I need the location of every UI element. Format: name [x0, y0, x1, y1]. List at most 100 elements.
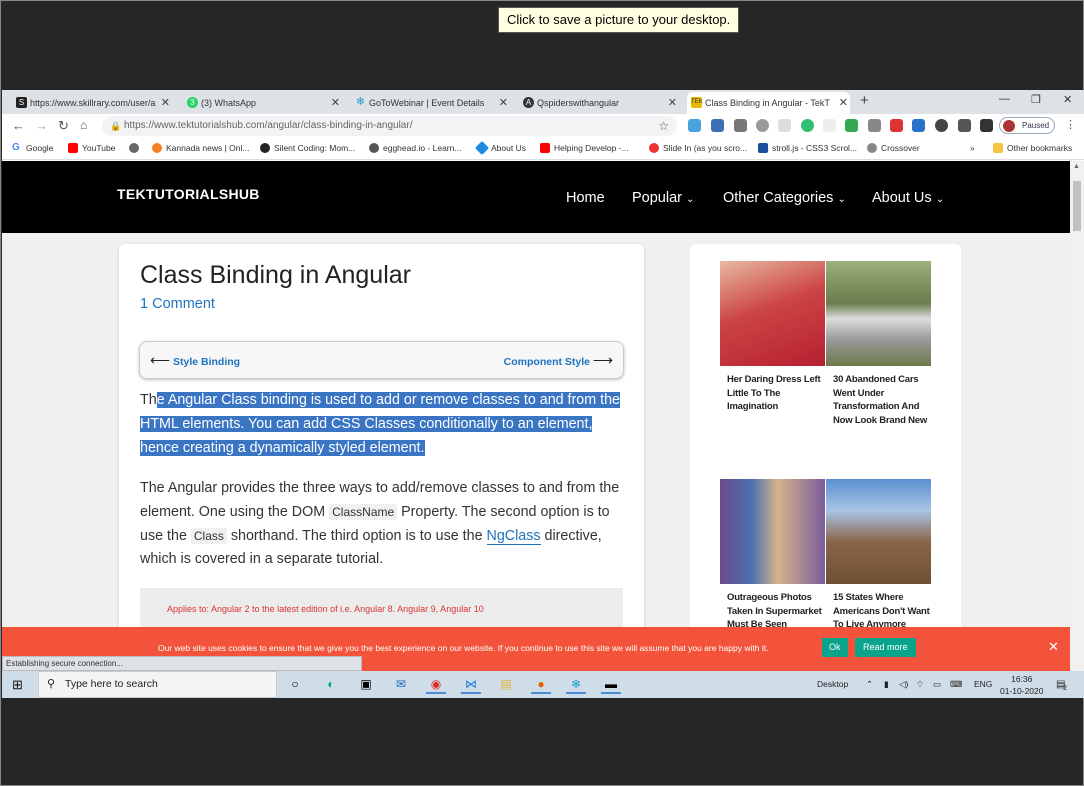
extension-icon[interactable] [688, 119, 701, 132]
minimize-icon[interactable]: — [999, 93, 1010, 105]
bookmark-youtube[interactable]: YouTube [68, 143, 115, 153]
tab-skillrary[interactable]: S https://www.skillrary.com/user/a ✕ [16, 92, 172, 114]
nav-popular[interactable]: Popular ⌄ [632, 190, 694, 206]
bookmark-egghead[interactable]: egghead.io - Learn... [369, 143, 461, 153]
crossover-icon [867, 143, 877, 153]
tab-qspiders[interactable]: A Qspiderswithangular ✕ [523, 92, 679, 114]
nav-home[interactable]: Home [566, 190, 605, 206]
comments-link[interactable]: 1 Comment [140, 296, 215, 312]
bookmark-label: Slide In (as you scro... [663, 143, 748, 153]
nav-about-us[interactable]: About Us ⌄ [872, 190, 944, 206]
cookie-message: Our web site uses cookies to ensure that… [158, 643, 769, 653]
extension-icon[interactable] [912, 119, 925, 132]
battery-icon[interactable]: ▭ [933, 679, 941, 690]
clock[interactable]: 16:36 01-10-2020 [1000, 673, 1043, 697]
tab-whatsapp[interactable]: 3 (3) WhatsApp ✕ [187, 92, 342, 114]
mail-icon[interactable]: ✉ [391, 675, 411, 694]
tab-label: GoToWebinar | Event Details [369, 98, 485, 108]
bookmark-kannada[interactable]: Kannada news | Onl... [152, 143, 249, 153]
selected-text: e Angular Class binding is used to add o… [140, 392, 621, 456]
chevron-up-icon[interactable]: ⌃ [866, 679, 873, 690]
ngclass-link[interactable]: NgClass [486, 527, 541, 545]
bookmark-label: Kannada news | Onl... [166, 143, 250, 153]
reload-icon[interactable]: ↻ [58, 118, 69, 134]
ad-card[interactable]: 15 States Where Americans Don't Want To … [826, 479, 931, 632]
bookmark-about-us[interactable]: About Us [474, 140, 526, 156]
desktop-toolbar[interactable]: Desktop [817, 679, 848, 689]
next-label: Component Style [503, 356, 590, 368]
ad-card[interactable]: 30 Abandoned Cars Went Under Transformat… [826, 261, 931, 427]
menu-icon[interactable]: ⋮ [1065, 118, 1076, 131]
close-icon[interactable]: ✕ [668, 96, 677, 109]
volume-icon[interactable]: ◁) [899, 679, 908, 690]
camera-icon[interactable] [868, 119, 881, 132]
language-indicator[interactable]: ENG [974, 679, 992, 689]
other-bookmarks[interactable]: Other bookmarks [993, 143, 1072, 153]
forward-icon[interactable]: → [35, 118, 48, 133]
wifi-icon[interactable]: ⌔ [916, 679, 924, 690]
pen-icon[interactable] [890, 119, 903, 132]
new-tab-icon[interactable]: + [860, 92, 869, 109]
bookmark-star-icon[interactable]: ☆ [658, 116, 669, 136]
scroll-up-icon[interactable]: ▲ [1073, 163, 1080, 170]
cookie-read-more-button[interactable]: Read more [855, 638, 916, 657]
vscode-icon[interactable]: ⋈ [461, 675, 481, 694]
close-icon[interactable]: ✕ [839, 96, 848, 109]
extension-icon[interactable] [756, 119, 769, 132]
gotowebinar-icon[interactable]: ❄ [566, 675, 586, 694]
bookmark-stroll[interactable]: stroll.js - CSS3 Scrol... [758, 143, 857, 153]
ad-card[interactable]: Her Daring Dress Left Little To The Imag… [720, 261, 825, 414]
windows-start-icon[interactable]: ⊞ [12, 677, 23, 693]
chevron-down-icon: ⌄ [935, 194, 945, 205]
extension-icon[interactable] [711, 119, 724, 132]
edge-icon[interactable]: ◐ [321, 675, 341, 694]
bookmark-silent-coding[interactable]: Silent Coding: Mom... [260, 143, 355, 153]
site-logo[interactable]: TEKTUTORIALSHUB [117, 186, 260, 202]
store-icon[interactable]: ▣ [356, 675, 376, 694]
window-close-icon[interactable]: ✕ [1063, 93, 1072, 106]
extension-icon[interactable] [778, 119, 791, 132]
back-icon[interactable]: ← [12, 118, 25, 133]
task-view-icon[interactable]: ○ [285, 675, 305, 694]
mic-icon[interactable]: ▮ [884, 679, 889, 690]
close-icon[interactable]: ✕ [331, 96, 340, 109]
scrollbar-thumb[interactable] [1073, 181, 1081, 231]
ad-card[interactable]: Outrageous Photos Taken In Supermarket M… [720, 479, 825, 632]
chevron-down-icon: ⌄ [837, 194, 846, 205]
close-icon[interactable]: ✕ [1048, 639, 1059, 655]
keyboard-icon[interactable]: ⌨ [950, 679, 962, 690]
tab-class-binding[interactable]: TEK Class Binding in Angular - TekTut ✕ [687, 92, 850, 114]
address-bar[interactable]: 🔒 https://www.tektutorialshub.com/angula… [102, 116, 677, 136]
close-icon[interactable]: ✕ [499, 96, 508, 109]
next-post-link[interactable]: Component Style ⟶ [504, 352, 613, 369]
file-explorer-icon[interactable]: ▤ [496, 675, 516, 694]
extension-icon[interactable] [958, 119, 971, 132]
profile-button[interactable]: Paused [999, 117, 1055, 134]
extension-icon[interactable] [823, 119, 836, 132]
restore-icon[interactable]: ❐ [1031, 93, 1041, 106]
bookmarks-overflow-icon[interactable]: » [970, 143, 975, 153]
close-icon[interactable]: ✕ [161, 96, 170, 109]
bookmark-crossover[interactable]: Crossover [867, 143, 920, 153]
puzzle-icon[interactable] [980, 119, 993, 132]
tab-gotowebinar[interactable]: ❄ GoToWebinar | Event Details ✕ [355, 92, 510, 114]
bookmark-label: Helping Develop -... [554, 143, 629, 153]
nav-other-categories[interactable]: Other Categories ⌄ [723, 190, 846, 206]
terminal-icon[interactable]: ▬ [601, 675, 621, 694]
prev-post-link[interactable]: ⟵ Style Binding [150, 352, 240, 369]
bug-icon[interactable] [935, 119, 948, 132]
address-text: https://www.tektutorialshub.com/angular/… [124, 120, 413, 131]
chrome-icon[interactable]: ◉ [426, 675, 446, 694]
bookmark-slide-in[interactable]: Slide In (as you scro... [649, 143, 747, 153]
extension-icon[interactable] [734, 119, 747, 132]
firefox-icon[interactable]: ● [531, 675, 551, 694]
bookmark-helping-develop[interactable]: Helping Develop -... [540, 143, 629, 153]
drive-icon[interactable] [845, 119, 858, 132]
cookie-ok-button[interactable]: Ok [822, 638, 848, 657]
extension-icon[interactable] [801, 119, 814, 132]
bookmark-google[interactable]: G Google [12, 143, 53, 154]
home-icon[interactable]: ⌂ [80, 118, 87, 132]
taskbar-search[interactable]: ⚲ Type here to search [38, 671, 277, 698]
prev-label: Style Binding [173, 356, 241, 368]
page-scrollbar[interactable]: ▲ ▼ [1070, 161, 1084, 698]
